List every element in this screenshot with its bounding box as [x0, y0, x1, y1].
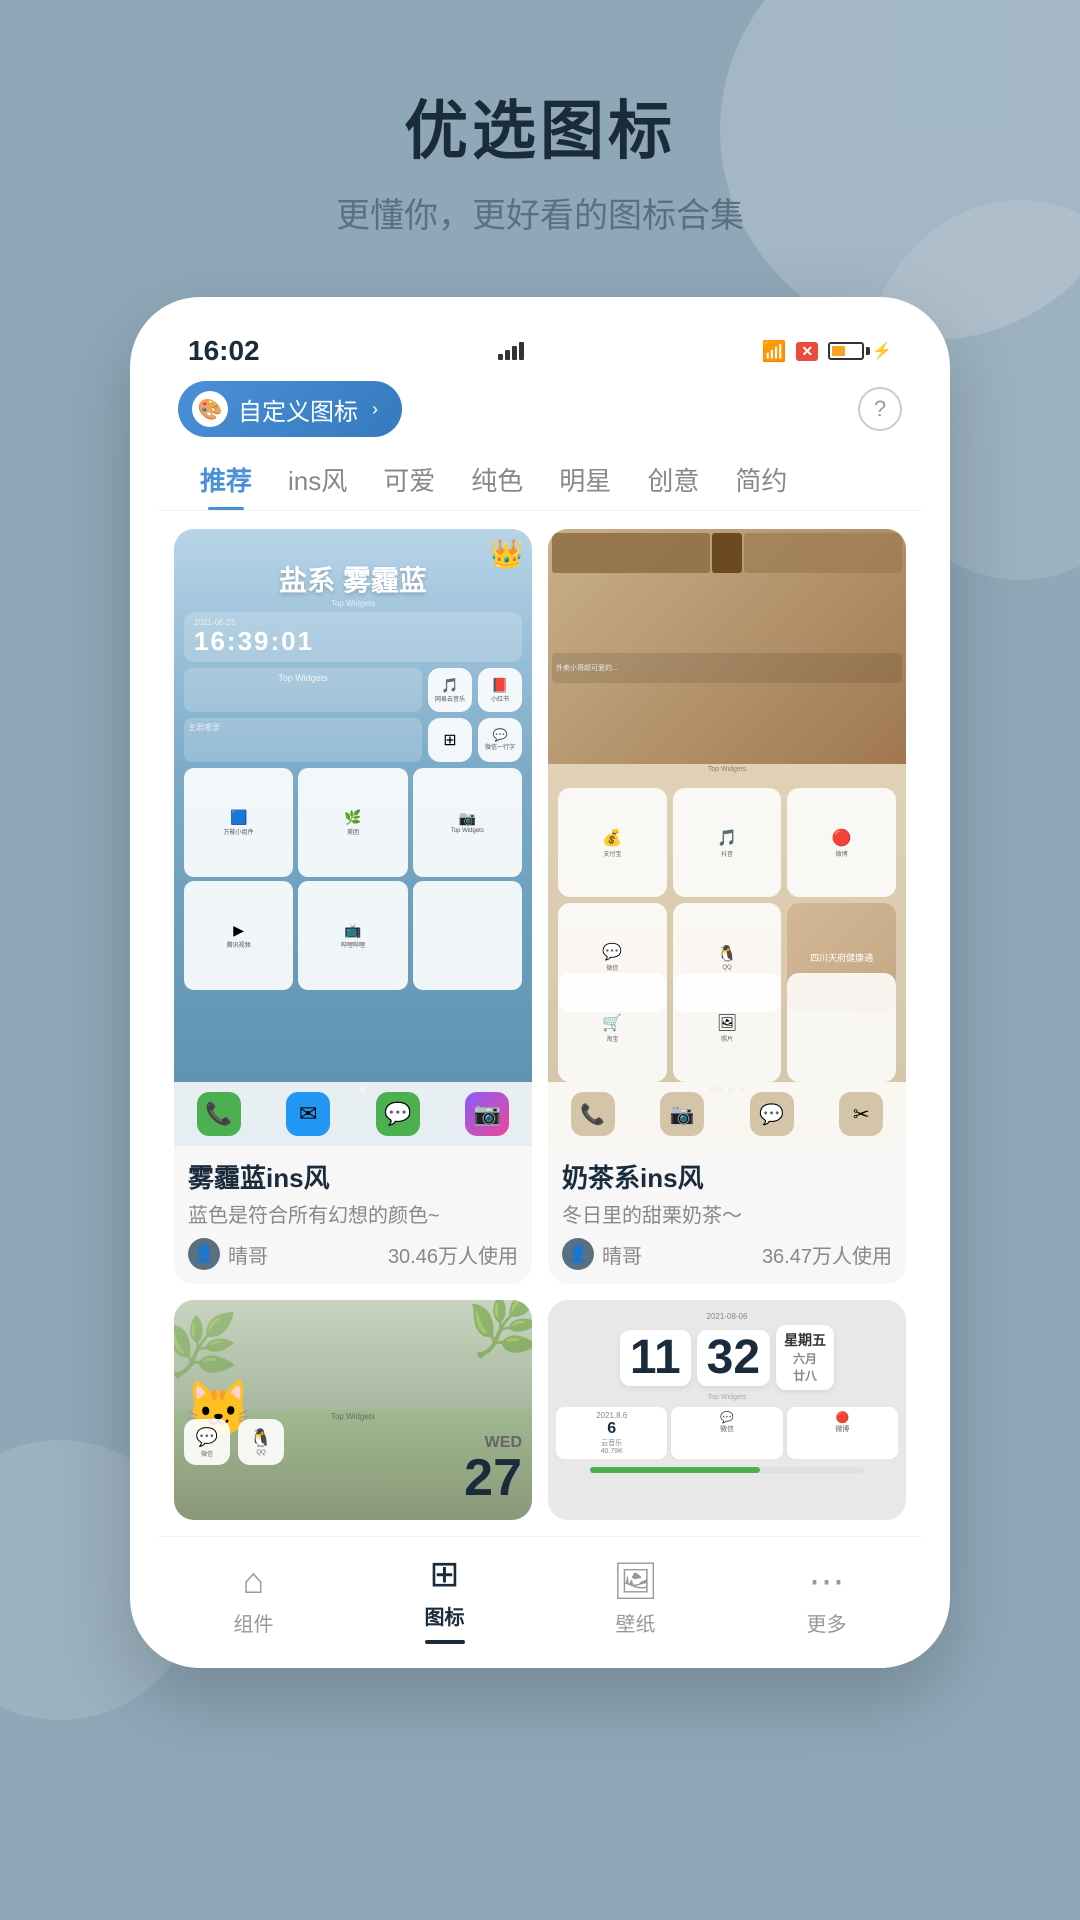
cream-dock-camera: 📷: [660, 1092, 704, 1136]
blue-theme-desc: 蓝色是符合所有幻想的颜色~: [188, 1199, 518, 1228]
cal-weekday-block: 星期五 六月 廿八: [776, 1325, 834, 1390]
bolt-icon: ⚡: [872, 341, 892, 361]
cal-mini-row: 2021.8.6 6 云音乐 40.79K 💬 微信 🔴 微博: [556, 1407, 898, 1459]
x-badge: ✕: [796, 342, 818, 361]
nav-more-icon: ⋯: [809, 1560, 845, 1602]
blue-theme-name: 雾霾蓝ins风: [188, 1158, 518, 1195]
dock-msg-icon: 💬: [376, 1092, 420, 1136]
nav-widget-icon: ⌂: [243, 1560, 265, 1602]
nav-widget-label: 组件: [234, 1608, 274, 1637]
status-icons: 📶 ✕ ⚡: [761, 339, 892, 364]
tab-simple[interactable]: 简约: [717, 451, 805, 510]
tw-label-cream: Top Widgets: [548, 764, 906, 775]
cal-big-date: 11 32 星期五 六月 廿八: [556, 1325, 898, 1390]
battery-icon: ⚡: [828, 341, 892, 361]
bottom-card-cat[interactable]: 🌿 🌿 🐱 Top Widgets 💬 微信 🐧: [174, 1300, 532, 1520]
blue-author-name: 晴哥: [228, 1240, 268, 1269]
blue-widget-area: Top Widgets 2021-06-23 16:39:01 Top Widg…: [184, 599, 522, 990]
blue-dock: 📞 ✉ 💬 📷: [174, 1082, 532, 1146]
dock-mail-icon: ✉: [286, 1092, 330, 1136]
theme-preview-blue: 👑 盐系 雾霾蓝 Top Widgets 2021-06-23 16:39:01: [174, 529, 532, 1146]
blue-author-row: 👤 晴哥 30.46万人使用: [188, 1238, 518, 1270]
help-button[interactable]: ?: [858, 387, 902, 431]
nav-icon-label: 图标: [425, 1601, 465, 1630]
custom-icon-label: 自定义图标: [238, 392, 358, 427]
nav-icon[interactable]: ⊞ 图标: [349, 1553, 540, 1644]
cream-author-name: 晴哥: [602, 1240, 642, 1269]
phone-mockup-wrapper: 16:02 📶 ✕ ⚡ 🎨: [0, 297, 1080, 1668]
blue-theme-info: 雾霾蓝ins风 蓝色是符合所有幻想的颜色~ 👤 晴哥 30.46万人使用: [174, 1146, 532, 1284]
cal-date-label: 2021-08-06: [556, 1312, 898, 1321]
theme-card-milk-tea[interactable]: 外卖小哥超可爱的... Top Widgets 💰 支付宝 🎵 抖音: [548, 529, 906, 1284]
wifi-icon: 📶: [761, 339, 786, 364]
page-subtitle: 更懂你，更好看的图标合集: [0, 188, 1080, 237]
cream-author-row: 👤 晴哥 36.47万人使用: [562, 1238, 892, 1270]
cat-wed-date: WED 27: [464, 1434, 522, 1504]
status-bar: 16:02 📶 ✕ ⚡: [158, 325, 922, 381]
bottom-card-calendar[interactable]: 2021-08-06 11 32 星期五 六月 廿八 Top Widgets: [548, 1300, 906, 1520]
tab-tuijian[interactable]: 推荐: [182, 451, 270, 510]
cream-theme-name: 奶茶系ins风: [562, 1158, 892, 1195]
nav-wallpaper[interactable]: 🖼 壁纸: [540, 1560, 731, 1637]
blue-author-avatar: 👤: [188, 1238, 220, 1270]
custom-icon-logo: 🎨: [192, 391, 228, 427]
calendar-preview: 2021-08-06 11 32 星期五 六月 廿八 Top Widgets: [548, 1300, 906, 1520]
cream-dock-phone: 📞: [571, 1092, 615, 1136]
cream-theme-desc: 冬日里的甜栗奶茶～: [562, 1199, 892, 1228]
nav-indicator: [425, 1640, 465, 1644]
cream-dock-msg: 💬: [750, 1092, 794, 1136]
status-time: 16:02: [188, 335, 260, 367]
tab-star[interactable]: 明星: [541, 451, 629, 510]
signal-icon: [498, 342, 524, 360]
bottom-nav: ⌂ 组件 ⊞ 图标 🖼 壁纸 ⋯ 更多: [158, 1536, 922, 1668]
cal-progress-bar: [590, 1467, 864, 1473]
cat-preview: 🌿 🌿 🐱 Top Widgets 💬 微信 🐧: [174, 1300, 532, 1520]
blue-usage-count: 30.46万人使用: [388, 1240, 518, 1269]
nav-wallpaper-label: 壁纸: [616, 1608, 656, 1637]
bottom-cards: 🌿 🌿 🐱 Top Widgets 💬 微信 🐧: [158, 1300, 922, 1520]
nav-widget[interactable]: ⌂ 组件: [158, 1560, 349, 1637]
theme-preview-cream: 外卖小哥超可爱的... Top Widgets 💰 支付宝 🎵 抖音: [548, 529, 906, 1146]
cal-hour: 11: [620, 1330, 691, 1386]
cream-usage-count: 36.47万人使用: [762, 1240, 892, 1269]
tab-cute[interactable]: 可爱: [365, 451, 453, 510]
page-header: 优选图标 更懂你，更好看的图标合集: [0, 0, 1080, 267]
cream-dock-scissors: ✂: [839, 1092, 883, 1136]
custom-icon-button[interactable]: 🎨 自定义图标 ›: [178, 381, 402, 437]
theme-grid: 👑 盐系 雾霾蓝 Top Widgets 2021-06-23 16:39:01: [158, 529, 922, 1300]
cream-theme-info: 奶茶系ins风 冬日里的甜栗奶茶～ 👤 晴哥 36.47万人使用: [548, 1146, 906, 1284]
tab-ins[interactable]: ins风: [270, 451, 365, 510]
theme-card-blue-mist[interactable]: 👑 盐系 雾霾蓝 Top Widgets 2021-06-23 16:39:01: [174, 529, 532, 1284]
cal-minute: 32: [697, 1330, 770, 1386]
nav-more-label: 更多: [807, 1608, 847, 1637]
custom-icon-bar: 🎨 自定义图标 › ?: [158, 381, 922, 451]
tabs-row: 推荐 ins风 可爱 纯色 明星 创意 简约: [158, 451, 922, 511]
cream-second-row: 🛒 淘宝 🖼 照片: [558, 973, 896, 1082]
tab-pure[interactable]: 纯色: [453, 451, 541, 510]
cream-top-collage: 外卖小哥超可爱的...: [548, 529, 906, 764]
cream-author-avatar: 👤: [562, 1238, 594, 1270]
phone-mockup: 16:02 📶 ✕ ⚡ 🎨: [130, 297, 950, 1668]
nav-wallpaper-icon: 🖼: [613, 1560, 659, 1602]
blue-theme-title: 盐系 雾霾蓝: [279, 559, 427, 599]
nav-icon-icon: ⊞: [429, 1553, 459, 1595]
tab-creative[interactable]: 创意: [629, 451, 717, 510]
nav-more[interactable]: ⋯ 更多: [731, 1560, 922, 1637]
dock-phone-icon: 📞: [197, 1092, 241, 1136]
tw-cal-label: Top Widgets: [708, 1394, 747, 1401]
chevron-right-icon: ›: [372, 399, 378, 420]
page-title: 优选图标: [0, 80, 1080, 172]
dock-cam-icon: 📷: [465, 1092, 509, 1136]
crown-badge: 👑: [489, 537, 524, 570]
cream-dock: 📞 📷 💬 ✂: [548, 1082, 906, 1146]
